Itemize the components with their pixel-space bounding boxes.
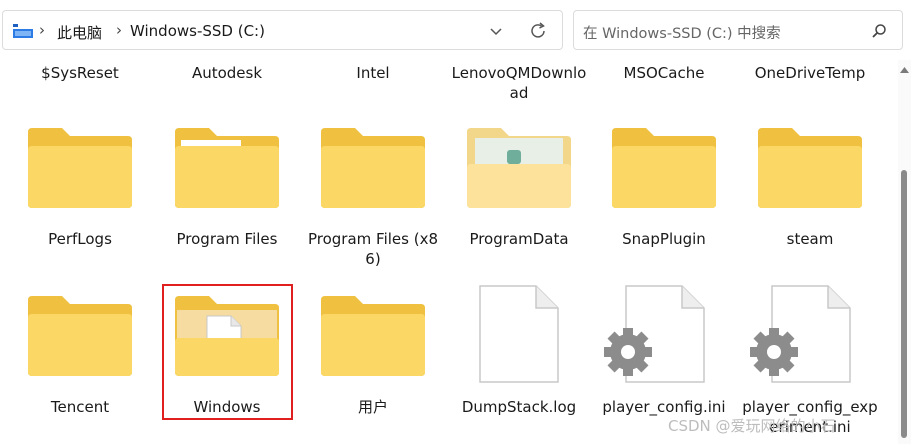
config-file-icon <box>604 285 705 383</box>
item-label: Program Files <box>176 230 278 248</box>
folder-item[interactable]: steam <box>740 118 880 278</box>
item-label: player_config.ini <box>602 398 726 416</box>
item-label: Intel <box>356 64 390 82</box>
scrollbar-thumb[interactable] <box>901 170 907 438</box>
file-view: $SysReset Autodesk Intel LenovoQMDownloa… <box>0 60 898 444</box>
folder-item[interactable]: SnapPlugin <box>594 118 734 278</box>
address-toolbar: › 此电脑 › Windows-SSD (C:) 在 Windows-SSD (… <box>0 0 911 60</box>
search-box[interactable]: 在 Windows-SSD (C:) 中搜索 <box>573 10 903 50</box>
chevron-right-icon: › <box>39 21 45 39</box>
search-icon[interactable] <box>871 23 887 39</box>
chevron-down-icon[interactable] <box>488 23 504 39</box>
folder-icon <box>758 128 862 208</box>
item-label: PerfLogs <box>48 230 112 248</box>
file-icon <box>479 285 559 383</box>
refresh-icon[interactable] <box>528 21 548 41</box>
item-label: Autodesk <box>191 64 263 82</box>
item-label: $SysReset <box>41 64 119 82</box>
watermark: CSDN @爱玩网络的小石 <box>668 417 836 435</box>
item-label: Program Files (x86) <box>307 230 438 268</box>
this-pc-icon <box>13 24 33 38</box>
item-label: 用户 <box>357 398 388 416</box>
file-item[interactable]: DumpStack.log <box>449 285 589 436</box>
breadcrumb-this-pc[interactable]: 此电脑 <box>57 22 102 43</box>
scroll-up-icon[interactable] <box>900 66 909 74</box>
item-label: OneDriveTemp <box>754 64 866 82</box>
folder-icon <box>28 296 132 376</box>
breadcrumb-drive-c[interactable]: Windows-SSD (C:) <box>130 22 265 40</box>
chevron-right-icon: › <box>116 21 122 39</box>
folder-item[interactable]: PerfLogs <box>10 118 150 278</box>
file-item[interactable]: player_config.ini <box>594 285 734 436</box>
folder-item[interactable]: Program Files (x86) <box>303 118 443 278</box>
item-label: DumpStack.log <box>461 398 577 416</box>
folder-icon <box>321 128 425 208</box>
folder-icon <box>321 296 425 376</box>
item-label: ProgramData <box>469 230 569 248</box>
vertical-scrollbar[interactable] <box>898 60 911 444</box>
file-item[interactable]: player_config_experiment.ini <box>740 285 880 436</box>
search-input[interactable]: 在 Windows-SSD (C:) 中搜索 <box>583 22 781 43</box>
address-bar[interactable]: › 此电脑 › Windows-SSD (C:) <box>2 10 563 50</box>
folder-icon <box>467 128 571 208</box>
item-label: MSOCache <box>623 64 705 82</box>
item-label: SnapPlugin <box>622 230 706 248</box>
folder-icon <box>175 128 279 208</box>
config-file-icon <box>750 285 851 383</box>
folder-item[interactable]: Program Files <box>157 118 297 278</box>
selection-highlight <box>162 284 293 420</box>
folder-icon <box>612 128 716 208</box>
folder-icon <box>28 128 132 208</box>
folder-item[interactable]: Tencent <box>10 286 150 436</box>
folder-item[interactable]: 用户 <box>303 286 443 436</box>
folder-item[interactable]: ProgramData <box>449 118 589 278</box>
item-label: Tencent <box>50 398 110 416</box>
item-label: LenovoQMDownload <box>451 64 587 102</box>
item-label: steam <box>786 230 834 248</box>
